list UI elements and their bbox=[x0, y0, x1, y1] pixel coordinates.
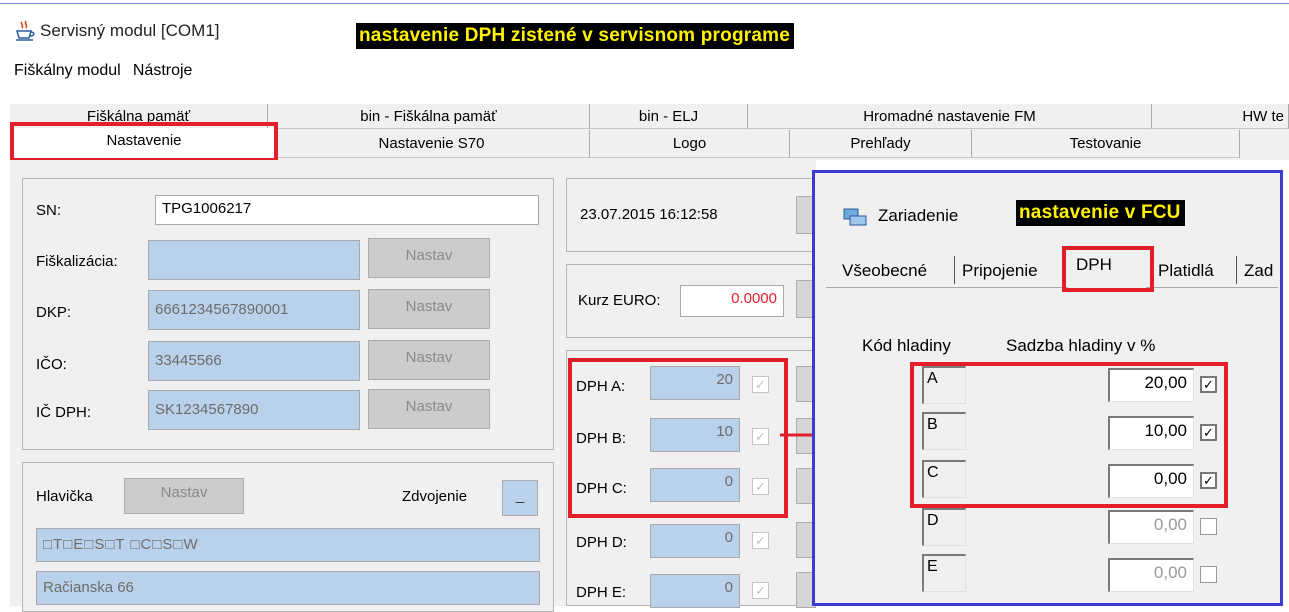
fcu-tab-pripojenie[interactable]: Pripojenie bbox=[962, 261, 1038, 281]
code-e[interactable]: E bbox=[922, 554, 966, 592]
tab-separator bbox=[954, 256, 955, 284]
dkp-field[interactable]: 6661234567890001 bbox=[148, 290, 360, 330]
menu-bar: Fiškálny modul Nástroje bbox=[14, 62, 200, 80]
menu-item-nastroje[interactable]: Nástroje bbox=[133, 62, 193, 79]
rate-d[interactable]: 0,00 bbox=[1108, 510, 1194, 544]
vat-e-field[interactable]: 0 bbox=[650, 574, 740, 608]
annotation-box-vat bbox=[568, 358, 788, 518]
fiskalizacia-label: Fiškalizácia: bbox=[36, 253, 118, 270]
annotation-fcu: nastavenie v FCU bbox=[1016, 200, 1185, 226]
rate-d-checkbox[interactable] bbox=[1200, 518, 1217, 535]
fcu-tab-platidla[interactable]: Platidlá bbox=[1158, 261, 1214, 281]
datetime-value: 23.07.2015 16:12:58 bbox=[580, 206, 718, 223]
fiskalizacia-field[interactable] bbox=[148, 240, 360, 280]
annotation-box-fcu-rates bbox=[910, 362, 1228, 508]
col-rate-header: Sadzba hladiny v % bbox=[1006, 336, 1156, 355]
rate-e[interactable]: 0,00 bbox=[1108, 558, 1194, 592]
device-icon bbox=[842, 206, 870, 228]
tab-bin-elj[interactable]: bin - ELJ bbox=[590, 104, 748, 129]
annotation-box-nastavenie bbox=[10, 122, 278, 162]
dkp-set-button[interactable]: Nastav bbox=[368, 289, 490, 329]
tab-hw-test[interactable]: HW te bbox=[1152, 104, 1289, 129]
code-d[interactable]: D bbox=[922, 508, 966, 546]
vat-e-checkbox[interactable]: ✓ bbox=[752, 582, 769, 599]
ico-set-button[interactable]: Nastav bbox=[368, 340, 490, 380]
fcu-tab-vseobecne[interactable]: Všeobecné bbox=[842, 261, 927, 281]
col-code-header: Kód hladiny bbox=[862, 336, 951, 355]
header-line-1[interactable]: □T□E□S□T □C□S□W bbox=[36, 528, 540, 562]
euro-label: Kurz EURO: bbox=[578, 292, 661, 309]
icdph-field[interactable]: SK1234567890 bbox=[148, 390, 360, 430]
vat-d-field[interactable]: 0 bbox=[650, 524, 740, 558]
tab-nastavenie-s70[interactable]: Nastavenie S70 bbox=[274, 130, 590, 158]
annotation-title: nastavenie DPH zistené v servisnom progr… bbox=[356, 23, 794, 49]
euro-field[interactable]: 0.0000 bbox=[680, 285, 784, 317]
annotation-box-dph-tab bbox=[1062, 246, 1154, 292]
vat-d-checkbox[interactable]: ✓ bbox=[752, 532, 769, 549]
header-line-2[interactable]: Račianska 66 bbox=[36, 571, 540, 605]
double-label: Zdvojenie bbox=[402, 488, 468, 505]
ico-field[interactable]: 33445566 bbox=[148, 341, 360, 381]
icdph-label: IČ DPH: bbox=[36, 404, 92, 421]
java-cup-icon bbox=[14, 20, 38, 42]
header-label: Hlavička bbox=[36, 488, 93, 505]
dkp-label: DKP: bbox=[36, 304, 72, 321]
top-edge bbox=[0, 0, 1289, 4]
tab-hromadne-nastavenie[interactable]: Hromadné nastavenie FM bbox=[748, 104, 1152, 129]
sn-label: SN: bbox=[36, 202, 62, 219]
fcu-title: Zariadenie bbox=[878, 206, 959, 225]
fiskalizacia-set-button[interactable]: Nastav bbox=[368, 238, 490, 278]
header-set-button[interactable]: Nastav bbox=[124, 478, 244, 514]
fcu-tab-zad[interactable]: Zad bbox=[1244, 261, 1273, 281]
tab-prehlady[interactable]: Prehľady bbox=[790, 130, 972, 158]
double-button[interactable]: _ bbox=[502, 480, 538, 516]
tab-separator bbox=[1236, 256, 1237, 284]
sn-field[interactable]: TPG1006217 bbox=[155, 195, 539, 225]
tab-bin-fiskalna-pamat[interactable]: bin - Fiškálna pamäť bbox=[268, 104, 590, 129]
ico-label: IČO: bbox=[36, 356, 67, 373]
rate-e-checkbox[interactable] bbox=[1200, 566, 1217, 583]
icdph-set-button[interactable]: Nastav bbox=[368, 389, 490, 429]
tab-testovanie[interactable]: Testovanie bbox=[972, 130, 1240, 158]
vat-e-label: DPH E: bbox=[576, 584, 627, 601]
tab-logo[interactable]: Logo bbox=[590, 130, 790, 158]
window-title: Servisný modul [COM1] bbox=[40, 21, 220, 40]
vat-d-label: DPH D: bbox=[576, 534, 627, 551]
menu-item-fiskalny-modul[interactable]: Fiškálny modul bbox=[14, 62, 121, 79]
